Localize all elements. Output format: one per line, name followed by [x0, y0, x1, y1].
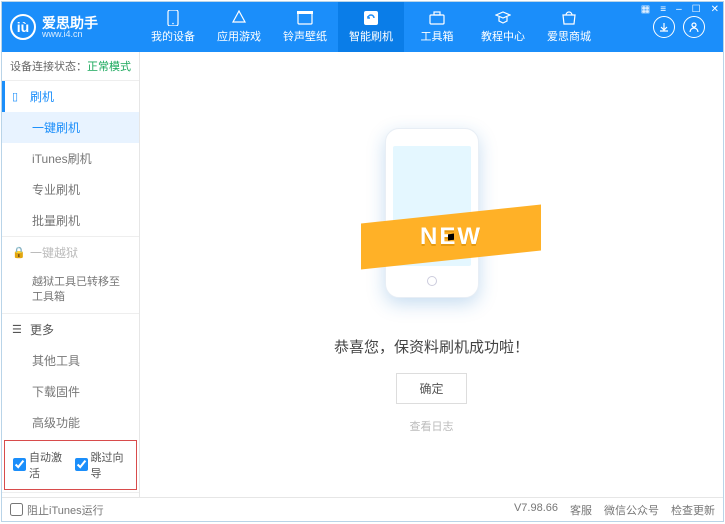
- checkbox-label: 自动激活: [29, 449, 67, 481]
- logo-icon: iù: [10, 14, 36, 40]
- section-more[interactable]: ☰ 更多: [2, 314, 139, 345]
- sidebar-item-oneclick-flash[interactable]: 一键刷机: [2, 112, 139, 143]
- app-subtitle: www.i4.cn: [42, 30, 98, 39]
- wallpaper-icon: [296, 10, 314, 26]
- checkbox-label: 阻止iTunes运行: [27, 502, 104, 518]
- nav-my-device[interactable]: 我的设备: [140, 2, 206, 52]
- apps-icon: [230, 10, 248, 26]
- check-update-link[interactable]: 检查更新: [671, 502, 715, 518]
- sidebar-item-other-tools[interactable]: 其他工具: [2, 345, 139, 376]
- section-jailbreak: 🔒 一键越狱: [2, 237, 139, 268]
- nav-store[interactable]: 爱思商城: [536, 2, 602, 52]
- lock-icon: 🔒: [12, 246, 24, 259]
- view-log-link[interactable]: 查看日志: [410, 418, 454, 434]
- more-icon: ☰: [12, 323, 24, 336]
- nav-ringtones[interactable]: 铃声壁纸: [272, 2, 338, 52]
- flash-icon: [362, 10, 380, 26]
- block-itunes-checkbox[interactable]: 阻止iTunes运行: [10, 502, 104, 518]
- sidebar-item-batch-flash[interactable]: 批量刷机: [2, 205, 139, 236]
- customer-service-link[interactable]: 客服: [570, 502, 592, 518]
- auto-activate-checkbox[interactable]: 自动激活: [13, 449, 67, 481]
- nav-label: 我的设备: [151, 28, 195, 44]
- section-label: 更多: [30, 321, 54, 338]
- sidebar-item-itunes-flash[interactable]: iTunes刷机: [2, 143, 139, 174]
- main-nav: 我的设备 应用游戏 铃声壁纸 智能刷机 工具箱: [140, 2, 653, 52]
- footer: 阻止iTunes运行 V7.98.66 客服 微信公众号 检查更新: [2, 497, 723, 521]
- status-value: 正常模式: [87, 61, 131, 73]
- phone-icon: [164, 10, 182, 26]
- nav-label: 工具箱: [421, 28, 454, 44]
- nav-flash[interactable]: 智能刷机: [338, 2, 404, 52]
- success-message: 恭喜您，保资料刷机成功啦！: [334, 336, 529, 357]
- menu-icon[interactable]: ▦: [639, 3, 652, 16]
- user-button[interactable]: [683, 16, 705, 38]
- phone-small-icon: ▯: [12, 90, 24, 103]
- sidebar: 设备连接状态：正常模式 ▯ 刷机 一键刷机 iTunes刷机 专业刷机 批量刷机…: [2, 52, 140, 497]
- section-flash[interactable]: ▯ 刷机: [2, 81, 139, 112]
- nav-label: 铃声壁纸: [283, 28, 327, 44]
- sidebar-item-download-firmware[interactable]: 下载固件: [2, 376, 139, 407]
- wechat-link[interactable]: 微信公众号: [604, 502, 659, 518]
- app-title: 爱思助手: [42, 16, 98, 30]
- nav-label: 应用游戏: [217, 28, 261, 44]
- nav-label: 智能刷机: [349, 28, 393, 44]
- window-controls: ▦ ≡ – ☐ ✕: [639, 3, 721, 16]
- tutorial-icon: [494, 10, 512, 26]
- options-highlighted: 自动激活 跳过向导: [4, 440, 137, 490]
- app-logo: iù 爱思助手 www.i4.cn: [10, 14, 140, 40]
- version-text: V7.98.66: [514, 502, 558, 518]
- section-label: 一键越狱: [30, 244, 78, 261]
- sidebar-item-advanced[interactable]: 高级功能: [2, 407, 139, 438]
- status-label: 设备连接状态：: [10, 61, 87, 73]
- header: ▦ ≡ – ☐ ✕ iù 爱思助手 www.i4.cn 我的设备: [2, 2, 723, 52]
- section-label: 刷机: [30, 88, 54, 105]
- device-status: 设备连接状态：正常模式: [2, 52, 139, 80]
- maximize-button[interactable]: ☐: [690, 3, 703, 16]
- nav-tutorials[interactable]: 教程中心: [470, 2, 536, 52]
- minimize-button[interactable]: –: [674, 3, 684, 16]
- toolbox-icon: [428, 10, 446, 26]
- success-illustration: NEW: [367, 116, 497, 316]
- sidebar-item-pro-flash[interactable]: 专业刷机: [2, 174, 139, 205]
- store-icon: [560, 10, 578, 26]
- download-button[interactable]: [653, 16, 675, 38]
- skip-guide-checkbox[interactable]: 跳过向导: [75, 449, 129, 481]
- checkbox-label: 跳过向导: [91, 449, 129, 481]
- ok-button[interactable]: 确定: [396, 373, 466, 404]
- main-content: NEW 恭喜您，保资料刷机成功啦！ 确定 查看日志: [140, 52, 723, 497]
- nav-toolbox[interactable]: 工具箱: [404, 2, 470, 52]
- nav-apps[interactable]: 应用游戏: [206, 2, 272, 52]
- nav-label: 爱思商城: [547, 28, 591, 44]
- jailbreak-note: 越狱工具已转移至工具箱: [2, 268, 139, 313]
- nav-label: 教程中心: [481, 28, 525, 44]
- close-button[interactable]: ✕: [709, 3, 721, 16]
- settings-icon[interactable]: ≡: [658, 3, 668, 16]
